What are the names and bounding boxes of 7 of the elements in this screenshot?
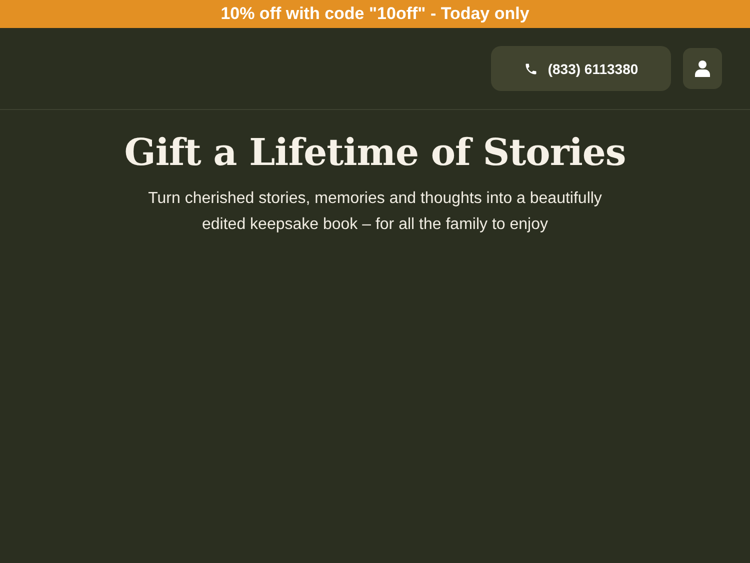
promo-text: 10% off with code "10off" - Today only (220, 4, 530, 24)
phone-button[interactable]: (833) 6113380 (491, 46, 671, 91)
hero-subtitle: Turn cherished stories, memories and thoughts into a beautifully edited keepsake book – for all the family to enjoy (147, 189, 603, 235)
account-button[interactable] (683, 48, 722, 89)
hero-title: Gift a Lifetime of Stories (124, 130, 626, 174)
user-icon (695, 60, 710, 77)
phone-icon (524, 62, 538, 76)
